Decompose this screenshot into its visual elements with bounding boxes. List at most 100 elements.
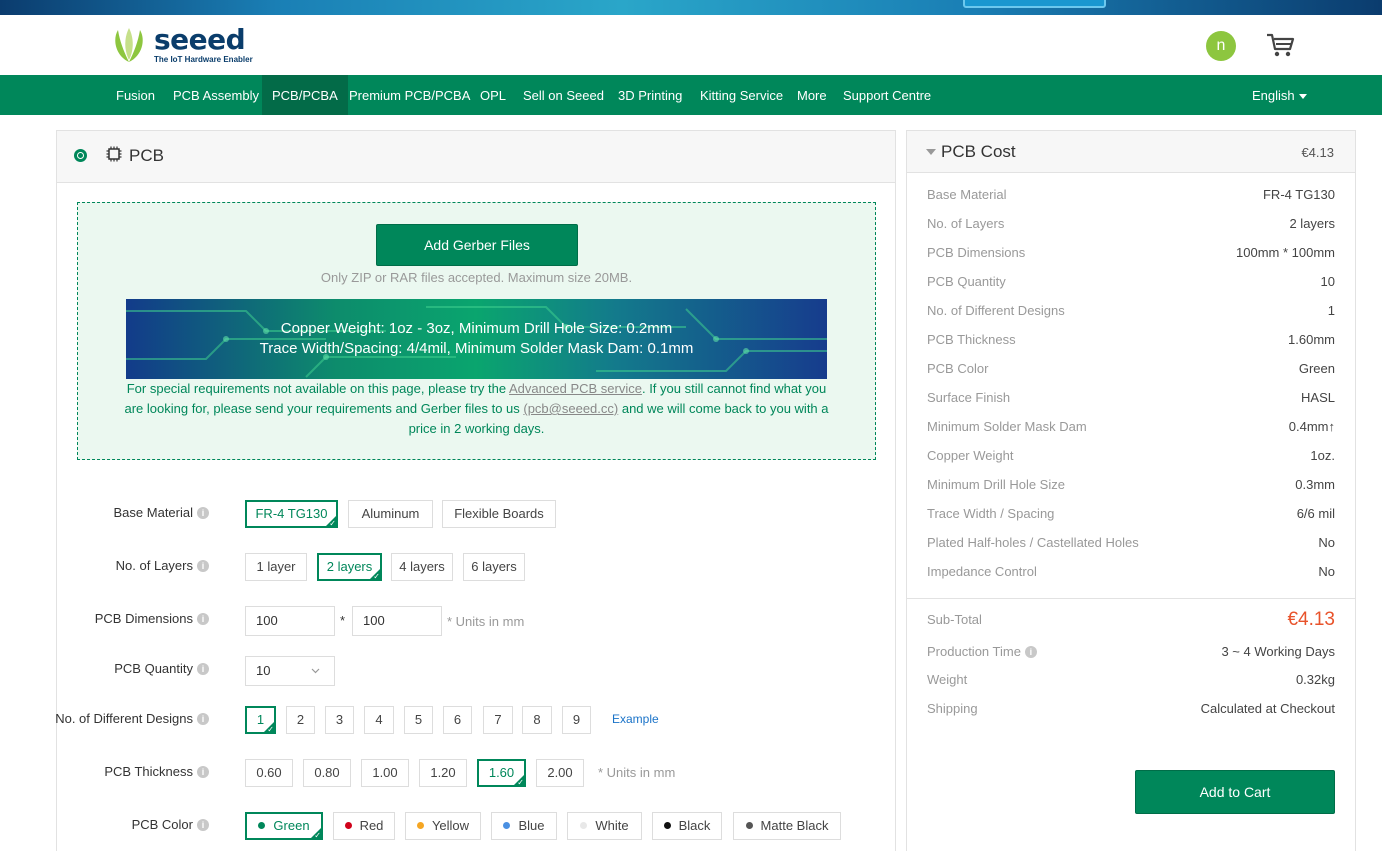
option-color-matte-black[interactable]: Matte Black	[733, 812, 841, 840]
info-icon[interactable]: i	[1024, 646, 1037, 658]
option-flexible-boards[interactable]: Flexible Boards	[442, 500, 556, 528]
spec-key: PCB Dimensions	[927, 245, 1026, 260]
option-designs-9[interactable]: 9	[562, 706, 591, 734]
option-color-yellow[interactable]: Yellow	[405, 812, 481, 840]
designs-label: No. of Different Designs i	[55, 711, 209, 726]
pcb-radio[interactable]	[74, 149, 87, 162]
nav-3d-printing[interactable]: 3D Printing	[608, 75, 692, 115]
seeed-logo[interactable]: seeed The IoT Hardware Enabler	[108, 25, 253, 65]
info-icon[interactable]: i	[197, 507, 209, 519]
info-icon[interactable]: i	[197, 663, 209, 675]
option-thickness-1-60[interactable]: 1.60	[477, 759, 526, 788]
nav-pcb-assembly[interactable]: PCB Assembly	[163, 75, 269, 115]
quantity-select[interactable]: 10	[245, 656, 335, 686]
option-designs-7[interactable]: 7	[483, 706, 513, 734]
layers-label: No. of Layers i	[116, 558, 209, 573]
option-color-red[interactable]: Red	[333, 812, 395, 840]
spec-row: Base Material FR-4 TG130	[927, 187, 1335, 207]
color-blue-label: Blue	[518, 818, 545, 833]
spec-row: Minimum Drill Hole Size 0.3mm	[927, 477, 1335, 497]
main-nav: Fusion PCB Assembly PCB/PCBA Premium PCB…	[0, 75, 1382, 115]
option-4-layers[interactable]: 4 layers	[391, 553, 453, 581]
option-color-white[interactable]: White	[567, 812, 642, 840]
upload-note: Only ZIP or RAR files accepted. Maximum …	[320, 270, 633, 285]
production-time-row: Production Time i 3 ~ 4 Working Days	[927, 644, 1335, 664]
subtotal-label: Sub-Total	[927, 612, 982, 627]
spec-value: 10	[1320, 274, 1335, 289]
promo-banner[interactable]	[0, 0, 1382, 15]
info-icon[interactable]: i	[197, 613, 209, 625]
option-designs-3[interactable]: 3	[325, 706, 354, 734]
nav-more[interactable]: More	[787, 75, 837, 115]
option-thickness-0-60[interactable]: 0.60	[245, 759, 293, 787]
spec-value: 0.3mm	[1295, 477, 1335, 492]
option-designs-1[interactable]: 1	[245, 706, 276, 735]
language-selector[interactable]: English	[1252, 75, 1307, 115]
nav-sell-on-seeed[interactable]: Sell on Seeed	[513, 75, 614, 115]
option-color-blue[interactable]: Blue	[491, 812, 557, 840]
nav-pcb-pcba[interactable]: PCB/PCBA	[262, 75, 348, 115]
production-time-label: Production Time i	[927, 644, 1037, 659]
cart-icon[interactable]	[1265, 32, 1295, 58]
language-label: English	[1252, 88, 1295, 103]
option-thickness-0-80[interactable]: 0.80	[303, 759, 351, 787]
info-icon[interactable]: i	[197, 819, 209, 831]
option-thickness-1-20[interactable]: 1.20	[419, 759, 467, 787]
subtotal-value: €4.13	[1287, 609, 1335, 630]
info-icon[interactable]: i	[197, 560, 209, 572]
spec-row: Surface Finish HASL	[927, 390, 1335, 410]
nav-support-centre[interactable]: Support Centre	[833, 75, 941, 115]
option-fr4-tg130[interactable]: FR-4 TG130	[245, 500, 338, 529]
option-designs-6[interactable]: 6	[443, 706, 472, 734]
nav-kitting-service[interactable]: Kitting Service	[690, 75, 793, 115]
info-icon[interactable]: i	[197, 766, 209, 778]
option-1-layer[interactable]: 1 layer	[245, 553, 307, 581]
black-swatch-icon	[663, 822, 671, 829]
nav-fusion[interactable]: Fusion	[106, 75, 165, 115]
color-yellow-label: Yellow	[431, 818, 470, 833]
promo-banner-button[interactable]	[963, 0, 1106, 8]
advanced-pcb-link[interactable]: Advanced PCB service	[509, 381, 642, 396]
option-designs-2[interactable]: 2	[286, 706, 315, 734]
pcb-email-link[interactable]: (pcb@seeed.cc)	[523, 401, 618, 416]
info-icon[interactable]: i	[197, 713, 209, 725]
weight-value: 0.32kg	[1295, 672, 1335, 687]
spec-row: Minimum Solder Mask Dam 0.4mm↑	[927, 419, 1335, 439]
height-input[interactable]: 100	[352, 606, 442, 636]
chevron-down-icon	[311, 668, 320, 674]
width-input[interactable]: 100	[245, 606, 335, 636]
white-swatch-icon	[580, 822, 588, 829]
weight-row: Weight 0.32kg	[927, 672, 1335, 692]
gerber-upload-area[interactable]: Add Gerber Files Only ZIP or RAR files a…	[77, 202, 876, 460]
option-designs-5[interactable]: 5	[404, 706, 433, 734]
option-6-layers[interactable]: 6 layers	[463, 553, 525, 581]
user-avatar[interactable]: n	[1206, 31, 1236, 61]
spec-key: Impedance Control	[927, 564, 1037, 579]
option-designs-8[interactable]: 8	[522, 706, 552, 734]
color-green-label: Green	[273, 818, 310, 833]
designs-example-link[interactable]: Example	[612, 712, 659, 726]
option-designs-4[interactable]: 4	[364, 706, 394, 734]
spec-value: 1	[1327, 303, 1335, 318]
dimensions-label: PCB Dimensions i	[95, 611, 209, 626]
production-time-label-text: Production Time	[927, 644, 1021, 659]
nav-premium-pcb-pcba[interactable]: Premium PCB/PCBA	[339, 75, 480, 115]
option-thickness-2-00[interactable]: 2.00	[536, 759, 584, 787]
layers-label-text: No. of Layers	[115, 558, 193, 573]
circuit-pattern-icon	[126, 306, 827, 378]
option-aluminum[interactable]: Aluminum	[348, 500, 433, 528]
nav-opl[interactable]: OPL	[470, 75, 516, 115]
pcb-cost-header[interactable]: PCB Cost €4.13	[907, 131, 1355, 173]
add-gerber-button[interactable]: Add Gerber Files	[376, 224, 578, 266]
option-color-green[interactable]: Green	[245, 812, 323, 841]
option-color-black[interactable]: Black	[652, 812, 722, 840]
color-red-label: Red	[359, 818, 384, 833]
panel-title: PCB	[129, 146, 164, 165]
option-2-layers[interactable]: 2 layers	[317, 553, 382, 582]
matte-black-swatch-icon	[745, 822, 753, 829]
spec-value: No	[1318, 564, 1335, 579]
banner-line-2: Trace Width/Spacing: 4/4mil, Minimum Sol…	[259, 340, 694, 357]
add-to-cart-button[interactable]: Add to Cart	[1135, 770, 1335, 814]
option-thickness-1-00[interactable]: 1.00	[361, 759, 409, 787]
yellow-swatch-icon	[416, 822, 424, 829]
